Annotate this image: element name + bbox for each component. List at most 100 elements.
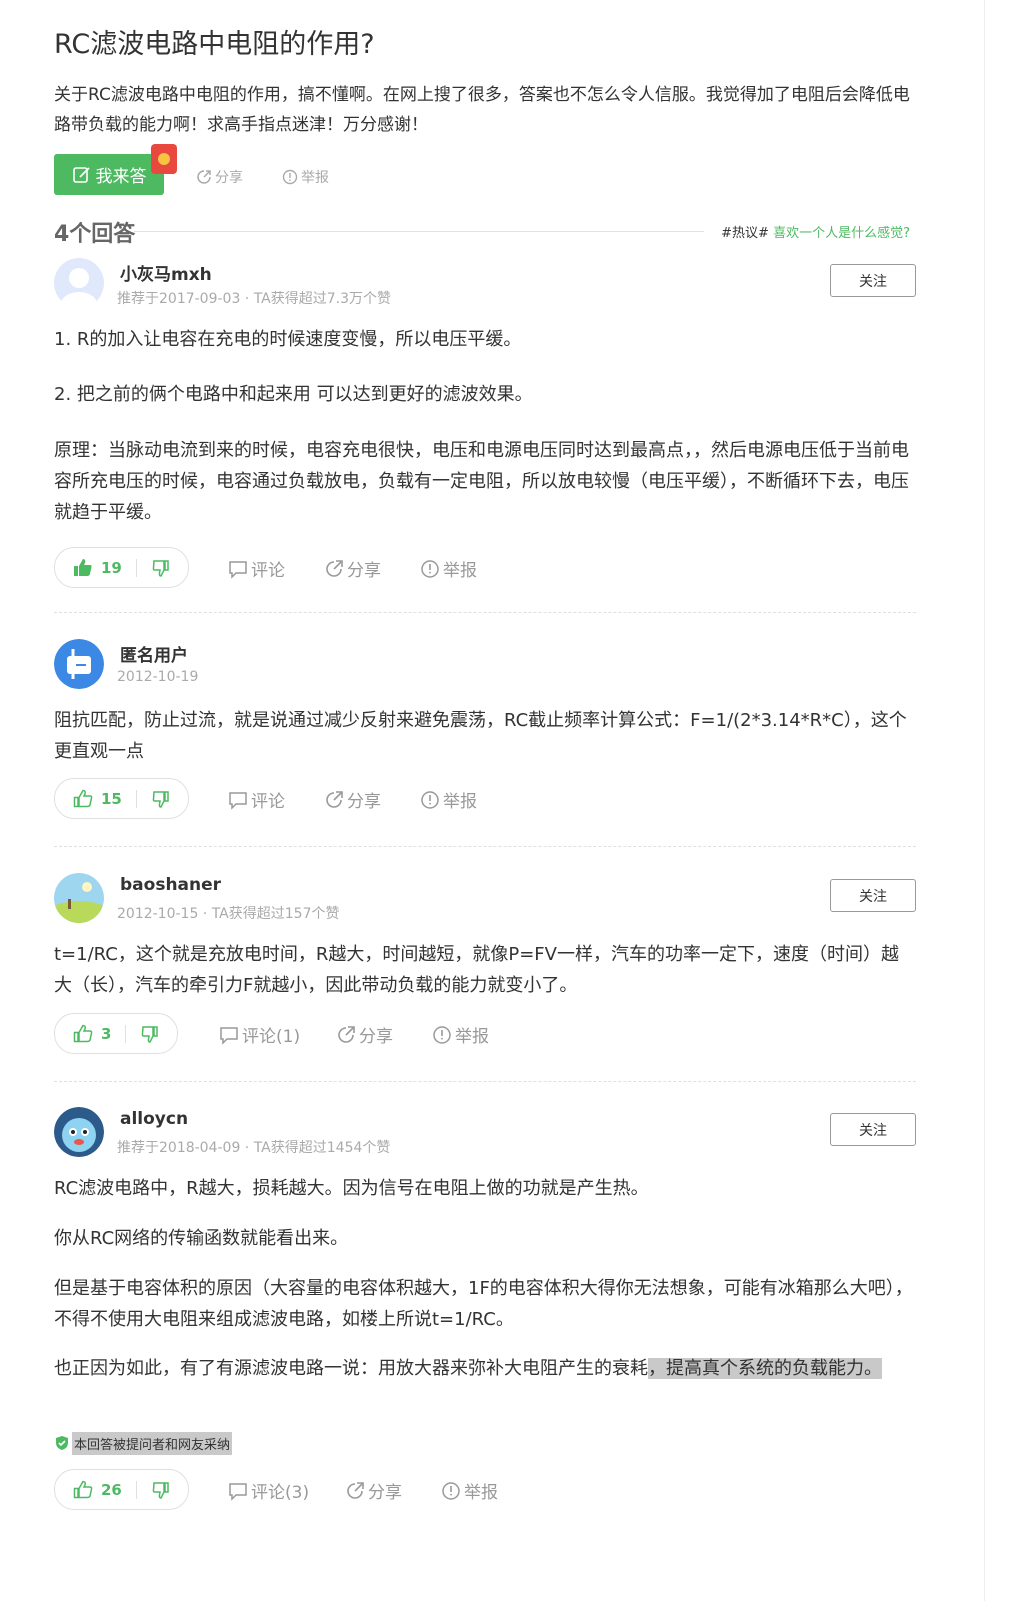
report-icon xyxy=(421,559,439,578)
answer-2-paragraph-1: 阻抗匹配，防止过流，就是说通过减少反射来避免震荡，RC截止频率计算公式：F=1/… xyxy=(54,710,907,762)
answer-3-paragraph-1: t=1/RC，这个就是充放电时间，R越大，时间越短，就像P=FV一样，汽车的功率… xyxy=(54,944,899,996)
answer-1-paragraph-2: 2. 把之前的俩个电路中和起来用 可以达到更好的滤波效果。 xyxy=(54,384,533,405)
like-button[interactable]: 3 xyxy=(55,1014,125,1053)
answer-divider xyxy=(54,1081,916,1082)
comment-button[interactable]: 评论(3) xyxy=(228,1478,309,1503)
avatar-default[interactable] xyxy=(54,258,104,308)
comment-label: 评论 xyxy=(251,792,285,812)
report-button[interactable]: 举报 xyxy=(420,787,477,812)
comment-icon xyxy=(220,1026,238,1045)
share-label: 分享 xyxy=(359,1027,393,1047)
adopted-badge: 本回答被提问者和网友采纳 xyxy=(54,1430,233,1456)
answer-4-paragraph-3: 但是基于电容体积的原因（大容量的电容体积越大，1F的电容体积大得你无法想象，可能… xyxy=(54,1278,913,1330)
comment-icon xyxy=(229,560,247,579)
answer-1-paragraph-3: 原理：当脉动电流到来的时候，电容充电很快，电压和电源电压同时达到最高点，，然后电… xyxy=(54,440,909,523)
follow-button[interactable]: 关注 xyxy=(830,1113,916,1146)
like-count: 3 xyxy=(101,1024,112,1043)
answer-4-author: alloycn 推荐于2018-04-09 · TA获得超过1454个赞 关注 xyxy=(54,1107,916,1163)
comment-button[interactable]: 评论 xyxy=(228,556,285,581)
report-label: 举报 xyxy=(464,1483,498,1503)
question-description: 关于RC滤波电路中电阻的作用，搞不懂啊。在网上搜了很多，答案也不怎么令人信服。我… xyxy=(54,85,910,135)
avatar-cartoon[interactable] xyxy=(54,1107,104,1157)
dislike-button[interactable] xyxy=(126,1014,177,1053)
vote-control: 15 xyxy=(54,778,189,819)
page-right-border xyxy=(984,0,985,1601)
share-button[interactable]: 分享 xyxy=(324,787,381,812)
follow-button[interactable]: 关注 xyxy=(830,264,916,297)
answer-4-actions: 26 评论(3) 分享 举报 xyxy=(54,1469,916,1510)
share-button[interactable]: 分享 xyxy=(324,556,381,581)
answer-divider xyxy=(54,846,916,847)
answer-1-author: 小灰马mxh 推荐于2017-09-03 · TA获得超过7.3万个赞 关注 xyxy=(54,258,916,314)
share-icon xyxy=(326,790,343,808)
like-count: 26 xyxy=(101,1480,122,1499)
thumbs-up-icon xyxy=(73,1480,93,1498)
red-envelope-icon xyxy=(151,144,177,174)
report-button[interactable]: 举报 xyxy=(432,1022,489,1047)
dislike-button[interactable] xyxy=(137,1470,188,1509)
share-button[interactable]: 分享 xyxy=(336,1022,393,1047)
edit-icon xyxy=(72,165,92,185)
report-label: 举报 xyxy=(443,792,477,812)
comment-button[interactable]: 评论(1) xyxy=(219,1022,300,1047)
thumbs-down-icon xyxy=(152,1481,169,1499)
like-button[interactable]: 19 xyxy=(55,548,136,587)
hot-link[interactable]: 喜欢一个人是什么感觉? xyxy=(773,226,910,241)
hot-tag: #热议# xyxy=(721,226,769,241)
avatar-landscape[interactable] xyxy=(54,873,104,923)
question-share-label: 分享 xyxy=(215,170,243,186)
report-icon xyxy=(442,1481,460,1500)
vote-control: 19 xyxy=(54,547,189,588)
dislike-button[interactable] xyxy=(137,779,188,818)
like-button[interactable]: 15 xyxy=(55,779,136,818)
paragraph-text: 也正因为如此，有了有源滤波电路一说：用放大器来弥补大电阻产生的衰耗 xyxy=(54,1358,648,1379)
answer-3-actions: 3 评论(1) 分享 举报 xyxy=(54,1013,916,1054)
username[interactable]: 小灰马mxh xyxy=(120,260,212,285)
like-count: 15 xyxy=(101,789,122,808)
username[interactable]: alloycn xyxy=(120,1109,188,1129)
question-report-label: 举报 xyxy=(301,170,329,186)
answer-button[interactable]: 我来答 xyxy=(54,154,164,195)
report-label: 举报 xyxy=(443,561,477,581)
like-button[interactable]: 26 xyxy=(55,1470,136,1509)
report-icon xyxy=(433,1025,451,1044)
answer-4-paragraph-1: RC滤波电路中，R越大，损耗越大。因为信号在电阻上做的功就是产生热。 xyxy=(54,1178,649,1199)
hot-topic-link[interactable]: #热议# 喜欢一个人是什么感觉? xyxy=(721,222,910,241)
share-label: 分享 xyxy=(347,792,381,812)
answers-header: 4个回答 #热议# 喜欢一个人是什么感觉? xyxy=(54,216,916,247)
share-button[interactable]: 分享 xyxy=(345,1478,402,1503)
report-button[interactable]: 举报 xyxy=(441,1478,498,1503)
share-icon xyxy=(197,170,211,184)
dislike-button[interactable] xyxy=(137,548,188,587)
answer-1-actions: 19 评论 分享 举报 xyxy=(54,547,916,588)
comment-button[interactable]: 评论 xyxy=(228,787,285,812)
answer-3-author: baoshaner 2012-10-15 · TA获得超过157个赞 关注 xyxy=(54,873,916,929)
highlighted-text: ，提高真个系统的负载能力。 xyxy=(648,1358,882,1379)
avatar-anonymous[interactable] xyxy=(54,639,104,689)
follow-button[interactable]: 关注 xyxy=(830,879,916,912)
comment-icon xyxy=(229,791,247,810)
comment-icon xyxy=(229,1482,247,1501)
header-rule xyxy=(134,231,704,232)
question-share-button[interactable]: 分享 xyxy=(196,167,243,187)
username: 匿名用户 xyxy=(120,646,188,666)
answer-divider xyxy=(54,612,916,613)
share-icon xyxy=(347,1481,364,1499)
share-label: 分享 xyxy=(368,1483,402,1503)
shield-check-icon xyxy=(56,1436,68,1450)
comment-label: 评论(1) xyxy=(242,1027,301,1047)
share-icon xyxy=(326,559,343,577)
thumbs-down-icon xyxy=(152,559,169,577)
username[interactable]: baoshaner xyxy=(120,875,221,895)
thumbs-down-icon xyxy=(142,1025,159,1043)
answer-meta: 推荐于2018-04-09 · TA获得超过1454个赞 xyxy=(117,1140,391,1156)
adopted-label: 本回答被提问者和网友采纳 xyxy=(72,1431,233,1455)
question-report-button[interactable]: 举报 xyxy=(282,167,329,187)
report-icon xyxy=(282,169,298,185)
share-icon xyxy=(338,1025,355,1043)
answer-4-paragraph-2: 你从RC网络的传输函数就能看出来。 xyxy=(54,1228,349,1249)
report-button[interactable]: 举报 xyxy=(420,556,477,581)
question-title: RC滤波电路中电阻的作用? xyxy=(54,29,375,60)
like-count: 19 xyxy=(101,558,122,577)
answer-4-paragraph-4: 也正因为如此，有了有源滤波电路一说：用放大器来弥补大电阻产生的衰耗，提高真个系统… xyxy=(54,1353,916,1384)
